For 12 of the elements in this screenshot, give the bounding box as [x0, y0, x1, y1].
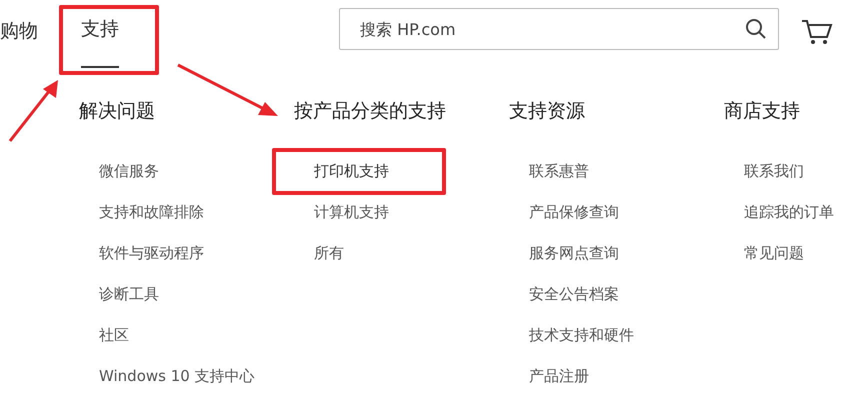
active-underline — [81, 66, 119, 68]
search-icon[interactable] — [745, 18, 767, 40]
menu-link[interactable]: 打印机支持 — [272, 148, 446, 195]
nav-link[interactable]: 支持 — [59, 5, 159, 74]
column-heading: 按产品分类的支持 — [294, 99, 447, 124]
nav-link[interactable]: 购物 — [0, 5, 46, 50]
search-field[interactable]: 搜索 HP.com — [339, 8, 779, 50]
column-heading: 解决问题 — [79, 99, 156, 124]
arrow — [8, 80, 58, 142]
cart-icon[interactable] — [801, 18, 833, 46]
column-heading: 支持资源 — [509, 99, 586, 124]
column-heading: 商店支持 — [724, 99, 801, 124]
